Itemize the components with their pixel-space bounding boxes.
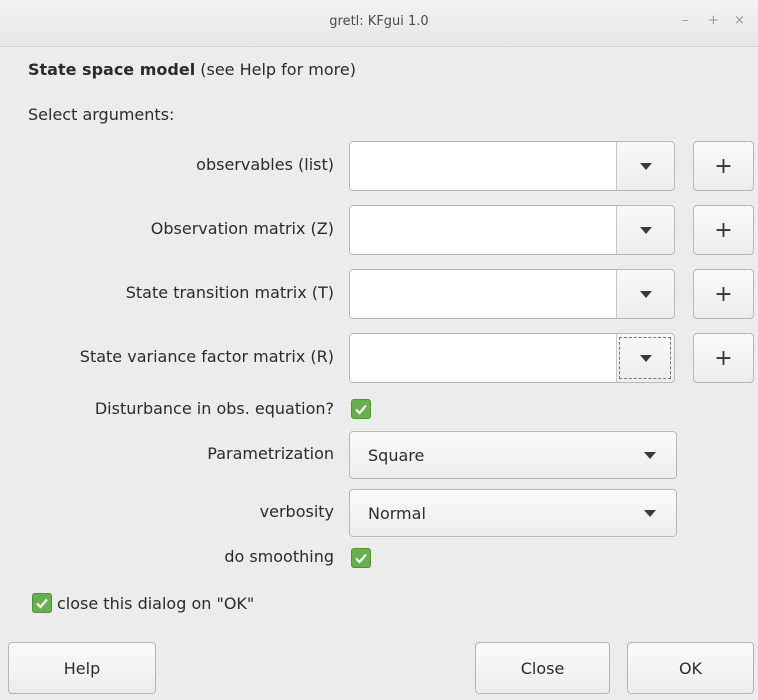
select-arguments-label: Select arguments: — [28, 105, 175, 124]
heading-rest: (see Help for more) — [195, 60, 356, 79]
observables-dropdown-button[interactable] — [616, 142, 674, 190]
chevron-down-icon — [644, 510, 656, 517]
chevron-down-icon — [639, 226, 652, 234]
parametrization-value: Square — [368, 446, 425, 465]
chevron-down-icon — [639, 162, 652, 170]
observation-matrix-add-button[interactable]: + — [693, 205, 754, 255]
heading-bold: State space model — [28, 60, 196, 79]
disturbance-label: Disturbance in obs. equation? — [94, 399, 334, 418]
state-transition-add-button[interactable]: + — [693, 269, 754, 319]
close-on-ok-checkbox[interactable] — [32, 593, 52, 613]
state-variance-combo — [349, 333, 675, 383]
chevron-down-icon — [639, 290, 652, 298]
disturbance-checkbox[interactable] — [351, 399, 371, 419]
state-variance-label: State variance factor matrix (R) — [79, 347, 334, 366]
checkmark-icon — [36, 598, 48, 609]
state-variance-dropdown-button[interactable] — [616, 334, 674, 382]
observation-matrix-input[interactable] — [350, 206, 616, 254]
minimize-icon[interactable]: – — [682, 13, 689, 28]
state-transition-combo — [349, 269, 675, 319]
observables-label: observables (list) — [196, 155, 334, 174]
smoothing-checkbox[interactable] — [351, 548, 371, 568]
parametrization-label: Parametrization — [207, 444, 334, 463]
ok-button[interactable]: OK — [627, 642, 754, 694]
parametrization-select[interactable]: Square — [349, 431, 677, 479]
state-variance-input[interactable] — [350, 334, 616, 382]
observation-matrix-dropdown-button[interactable] — [616, 206, 674, 254]
state-transition-dropdown-button[interactable] — [616, 270, 674, 318]
close-on-ok-label: close this dialog on "OK" — [57, 594, 255, 613]
state-variance-add-button[interactable]: + — [693, 333, 754, 383]
chevron-down-icon — [644, 452, 656, 459]
window-title: gretl: KFgui 1.0 — [329, 14, 429, 29]
chevron-down-icon — [639, 354, 652, 362]
close-icon[interactable]: × — [734, 13, 745, 28]
help-button[interactable]: Help — [8, 642, 156, 694]
verbosity-select[interactable]: Normal — [349, 489, 677, 537]
observation-matrix-combo — [349, 205, 675, 255]
observables-add-button[interactable]: + — [693, 141, 754, 191]
title-bar: gretl: KFgui 1.0 – + × — [0, 0, 758, 47]
state-transition-input[interactable] — [350, 270, 616, 318]
dialog-heading: State space model (see Help for more) — [28, 60, 356, 79]
state-transition-label: State transition matrix (T) — [125, 283, 334, 302]
observables-combo — [349, 141, 675, 191]
observables-input[interactable] — [350, 142, 616, 190]
smoothing-label: do smoothing — [224, 547, 334, 566]
observation-matrix-label: Observation matrix (Z) — [150, 219, 334, 238]
verbosity-value: Normal — [368, 504, 426, 523]
checkmark-icon — [355, 404, 367, 415]
close-button[interactable]: Close — [475, 642, 610, 694]
checkmark-icon — [355, 553, 367, 564]
maximize-icon[interactable]: + — [708, 13, 719, 28]
verbosity-label: verbosity — [259, 502, 334, 521]
